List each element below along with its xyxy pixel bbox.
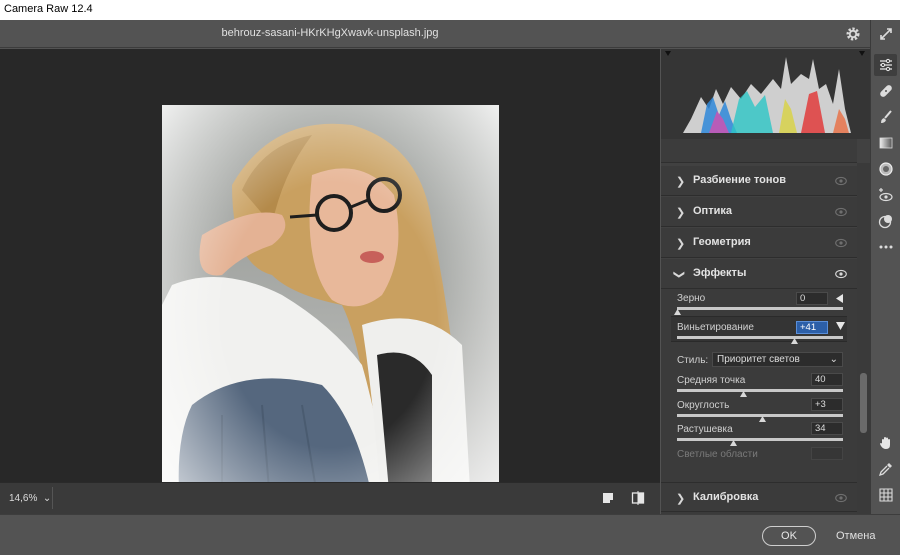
grid-icon[interactable]	[878, 487, 894, 503]
zoom-level[interactable]: 14,6% ⌄	[9, 493, 51, 504]
roundness-label: Округлость	[677, 400, 730, 411]
midpoint-label: Средняя точка	[677, 375, 746, 386]
feather-value[interactable]: 34	[811, 422, 843, 435]
section-optics[interactable]: ❯ Оптика	[661, 197, 857, 227]
section-calibration[interactable]: ❯ Калибровка	[661, 482, 857, 512]
eye-icon[interactable]	[835, 269, 847, 279]
image-canvas[interactable]	[0, 49, 660, 525]
dialog-footer: OK Отмена	[0, 514, 900, 555]
section-label: Калибровка	[693, 491, 759, 503]
section-label: Разбиение тонов	[693, 174, 786, 186]
grain-slider[interactable]	[677, 307, 843, 310]
feather-slider-thumb[interactable]	[729, 440, 737, 446]
fullscreen-icon[interactable]	[878, 26, 894, 42]
eye-icon[interactable]	[835, 176, 847, 186]
grain-label: Зерно	[677, 293, 706, 304]
section-label: Геометрия	[693, 236, 751, 248]
before-after-icon[interactable]	[631, 491, 645, 505]
divider	[52, 487, 53, 509]
chevron-down-icon: ❯	[673, 270, 685, 280]
single-view-icon[interactable]	[601, 491, 615, 505]
edit-panel: ❯ Разбиение тонов ❯ Оптика ❯ Геометрия ❯…	[661, 49, 870, 517]
ok-button[interactable]: OK	[762, 526, 816, 546]
section-label: Оптика	[693, 205, 732, 217]
midpoint-slider[interactable]	[677, 389, 843, 392]
window-title-bar: Camera Raw 12.4	[0, 0, 900, 20]
gradient-icon[interactable]	[878, 135, 894, 151]
eyedropper-icon[interactable]	[878, 461, 894, 477]
file-bar: behrouz-sasani-HKrKHgXwavk-unsplash.jpg	[0, 20, 870, 48]
eye-icon[interactable]	[835, 238, 847, 248]
chevron-right-icon: ❯	[676, 176, 686, 188]
app-title: Camera Raw 12.4	[4, 3, 93, 15]
chevron-right-icon: ❯	[676, 493, 686, 505]
roundness-value[interactable]: +3	[811, 398, 843, 411]
eye-icon[interactable]	[835, 493, 847, 503]
section-split-toning[interactable]: ❯ Разбиение тонов	[661, 166, 857, 196]
highlights-value	[811, 447, 843, 460]
section-geometry[interactable]: ❯ Геометрия	[661, 228, 857, 258]
cancel-button[interactable]: Отмена	[836, 530, 875, 542]
vignette-value[interactable]: +41	[796, 321, 828, 334]
tool-strip	[870, 20, 900, 514]
gear-icon[interactable]	[845, 26, 861, 42]
style-selected-value: Приоритет светов	[717, 354, 800, 365]
red-eye-icon[interactable]	[878, 187, 894, 203]
photo-preview[interactable]	[162, 105, 499, 525]
midpoint-value[interactable]: 40	[811, 373, 843, 386]
histogram	[661, 49, 870, 139]
eye-icon[interactable]	[835, 207, 847, 217]
more-options-icon[interactable]	[878, 239, 894, 255]
vignette-slider-thumb[interactable]	[790, 338, 798, 344]
midpoint-slider-thumb[interactable]	[739, 391, 747, 397]
triangle-down-icon[interactable]	[836, 322, 845, 330]
file-name: behrouz-sasani-HKrKHgXwavk-unsplash.jpg	[221, 27, 439, 39]
histogram-graph	[665, 51, 865, 133]
grain-slider-thumb[interactable]	[673, 309, 681, 315]
chevron-right-icon: ❯	[676, 238, 686, 250]
healing-bandage-icon[interactable]	[878, 83, 894, 99]
style-label: Стиль:	[677, 355, 709, 366]
section-effects-header[interactable]: ❯ Эффекты	[661, 259, 857, 289]
vignette-slider[interactable]	[677, 336, 843, 339]
panel-divider	[661, 139, 857, 163]
zoom-value: 14,6%	[9, 493, 38, 504]
hand-tool-icon[interactable]	[878, 435, 894, 451]
triangle-left-icon[interactable]	[836, 294, 844, 303]
edit-sliders-icon[interactable]	[878, 57, 894, 73]
chevron-right-icon: ❯	[676, 207, 686, 219]
roundness-slider-thumb[interactable]	[758, 416, 766, 422]
scrollbar-thumb[interactable]	[860, 373, 867, 433]
canvas-status-bar: 14,6% ⌄	[0, 482, 660, 514]
panel-scrollbar[interactable]	[857, 163, 870, 514]
presets-icon[interactable]	[878, 213, 894, 229]
grain-value[interactable]: 0	[796, 292, 828, 305]
highlights-label: Светлые области	[677, 449, 758, 460]
style-select[interactable]: Приоритет светов ⌄	[712, 352, 843, 367]
brush-icon[interactable]	[878, 109, 894, 125]
section-label: Эффекты	[693, 267, 747, 279]
vignette-label: Виньетирование	[677, 322, 754, 333]
chevron-down-icon: ⌄	[829, 354, 838, 365]
feather-slider[interactable]	[677, 438, 843, 441]
feather-label: Растушевка	[677, 424, 733, 435]
radial-filter-icon[interactable]	[878, 161, 894, 177]
